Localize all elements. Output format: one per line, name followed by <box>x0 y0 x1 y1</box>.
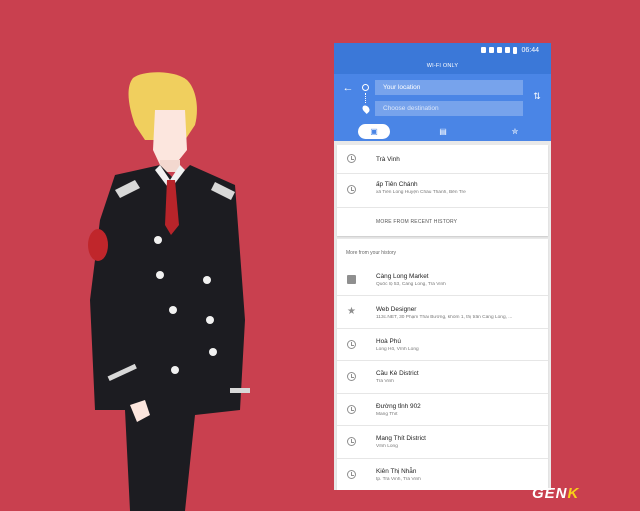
clock-icon <box>347 437 356 446</box>
wifi-only-banner: WI-FI ONLY <box>334 57 551 74</box>
wifi-icon <box>497 47 503 53</box>
history-card: More from your history Càng Long Market … <box>337 239 548 490</box>
travel-mode-tabs: ▣ ▤ ✮ <box>334 123 551 141</box>
recent-history-card: Trà Vinh ấp Tiên Chánh xã Tiên Long Huyệ… <box>337 145 548 236</box>
history-item[interactable]: Cầu Kè District Trà Vinh <box>337 361 548 394</box>
recent-item-title: ấp Tiên Chánh <box>376 181 418 188</box>
history-item-subtitle: Trà Vinh <box>376 379 394 384</box>
history-item-subtitle: 113c.NET, 30 Phạm Thái Bường, khóm 1, th… <box>376 315 513 320</box>
phone-screen: 06:44 WI-FI ONLY ← Your location Choose … <box>334 43 551 490</box>
origin-icon <box>362 84 369 91</box>
history-item[interactable]: ★ Web Designer 113c.NET, 30 Phạm Thái Bư… <box>337 296 548 329</box>
location-icon <box>481 47 487 53</box>
history-item[interactable]: Đường tỉnh 902 Mang Thít <box>337 394 548 426</box>
status-icons <box>481 46 518 54</box>
clock-icon <box>347 185 356 194</box>
history-item-title: Mang Thít District <box>376 435 426 442</box>
swap-icon[interactable]: ⇅ <box>531 91 543 105</box>
history-item-subtitle: Quốc lộ 53, Càng Long, Trà Vinh <box>376 282 446 287</box>
history-item[interactable]: Kiên Thị Nhẫn tp. Trà Vinh, Trà Vinh <box>337 459 548 490</box>
history-item-subtitle: Vĩnh Long <box>376 444 398 449</box>
history-item-title: Đường tỉnh 902 <box>376 403 421 410</box>
history-item-title: Web Designer <box>376 306 417 313</box>
walk-mode-icon[interactable]: ✮ <box>509 124 521 139</box>
history-item-subtitle: Long Hồ, Vĩnh Long <box>376 347 419 352</box>
star-icon: ★ <box>347 306 356 317</box>
destination-field[interactable]: Choose destination <box>375 101 523 116</box>
history-item-title: Cầu Kè District <box>376 370 419 377</box>
history-item[interactable]: Càng Long Market Quốc lộ 53, Càng Long, … <box>337 264 548 296</box>
signal-icon <box>505 47 511 53</box>
history-item-subtitle: tp. Trà Vinh, Trà Vinh <box>376 477 421 482</box>
clock-icon <box>347 405 356 414</box>
watermark-accent-text: K <box>567 485 580 502</box>
history-item-title: Kiên Thị Nhẫn <box>376 468 417 475</box>
character-illustration <box>88 72 250 511</box>
recent-item[interactable]: ấp Tiên Chánh xã Tiên Long Huyện Châu Th… <box>337 174 548 208</box>
history-item-title: Hoà Phú <box>376 338 401 345</box>
history-item-subtitle: Mang Thít <box>376 412 398 417</box>
transit-mode-icon[interactable]: ▤ <box>437 124 449 139</box>
watermark-text: GEN <box>532 485 568 502</box>
history-section-title: More from your history <box>346 250 397 256</box>
clock-icon <box>347 372 356 381</box>
genk-watermark-logo: GENK <box>532 485 579 502</box>
history-item-title: Càng Long Market <box>376 273 429 280</box>
history-item[interactable]: Hoà Phú Long Hồ, Vĩnh Long <box>337 329 548 361</box>
recent-item[interactable]: Trà Vinh <box>337 145 548 174</box>
flag-icon <box>347 275 356 284</box>
recent-item-title: Trà Vinh <box>376 156 400 163</box>
battery-icon <box>513 46 518 54</box>
status-time: 06:44 <box>521 46 539 54</box>
route-dots-icon <box>365 93 366 103</box>
clock-icon <box>347 154 356 163</box>
origin-field[interactable]: Your location <box>375 80 523 95</box>
status-bar: 06:44 <box>334 43 551 57</box>
destination-pin-icon <box>361 104 371 114</box>
directions-header: ← Your location Choose destination ⇅ ▣ ▤… <box>334 74 551 141</box>
back-arrow-icon[interactable]: ← <box>342 82 354 94</box>
more-recent-history-link[interactable]: MORE FROM RECENT HISTORY <box>376 219 457 225</box>
vibrate-icon <box>489 47 495 53</box>
car-mode-icon[interactable]: ▣ <box>358 124 390 139</box>
clock-icon <box>347 470 356 479</box>
recent-item-subtitle: xã Tiên Long Huyện Châu Thành, Bến Tre <box>376 190 466 195</box>
history-item[interactable]: Mang Thít District Vĩnh Long <box>337 426 548 459</box>
clock-icon <box>347 340 356 349</box>
